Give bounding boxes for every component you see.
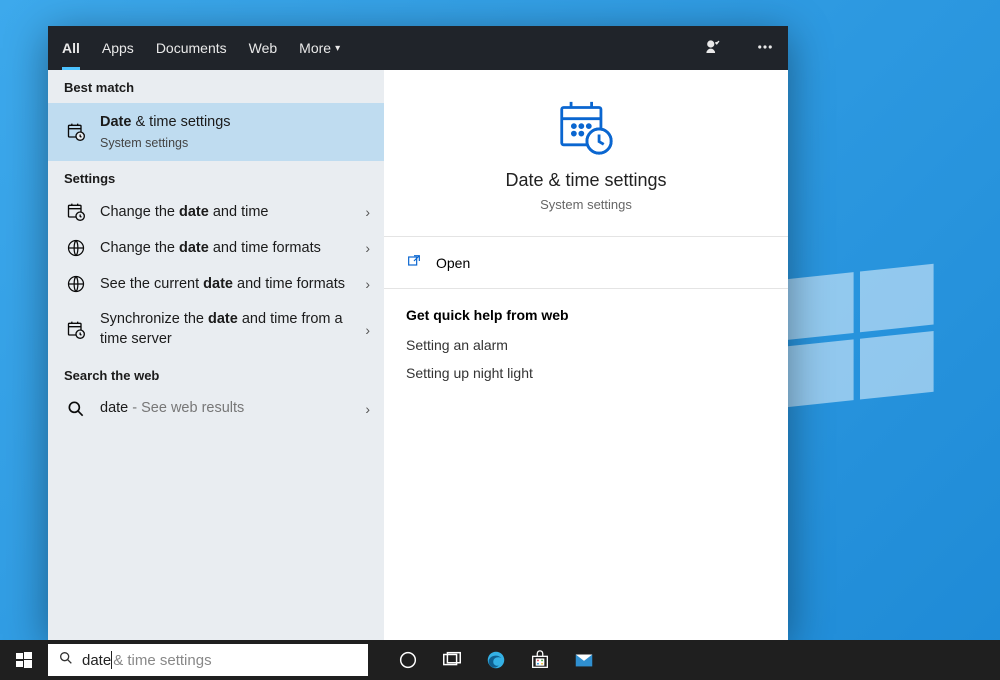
globe-icon: [64, 274, 88, 294]
start-button[interactable]: [0, 640, 48, 680]
taskbar: date & time settings: [0, 640, 1000, 680]
help-link[interactable]: Setting an alarm: [406, 337, 766, 353]
quick-help-header: Get quick help from web: [406, 307, 766, 323]
tab-apps[interactable]: Apps: [102, 26, 134, 70]
search-results-panel: All Apps Documents Web More▾ Best match …: [48, 26, 788, 640]
section-best-match: Best match: [48, 70, 384, 103]
windows-desktop-logo: [780, 258, 940, 423]
tab-all[interactable]: All: [62, 26, 80, 70]
options-icon[interactable]: [756, 38, 774, 59]
search-filter-tabs: All Apps Documents Web More▾: [48, 26, 788, 70]
result-web-search[interactable]: date - See web results ›: [48, 391, 384, 427]
chevron-right-icon: ›: [365, 276, 372, 292]
help-link[interactable]: Setting up night light: [406, 365, 766, 381]
globe-icon: [64, 238, 88, 258]
search-typed-text: date: [82, 652, 111, 669]
tab-documents[interactable]: Documents: [156, 26, 227, 70]
result-settings-item[interactable]: Change the date and time formats ›: [48, 230, 384, 266]
chevron-right-icon: ›: [365, 322, 372, 338]
search-suggestion-text: & time settings: [113, 652, 211, 669]
result-settings-item[interactable]: Change the date and time ›: [48, 194, 384, 230]
section-search-web: Search the web: [48, 358, 384, 391]
chevron-right-icon: ›: [365, 401, 372, 417]
date-time-icon: [64, 320, 88, 340]
open-action[interactable]: Open: [384, 237, 788, 289]
store-taskbar-icon[interactable]: [518, 640, 562, 680]
rewards-icon[interactable]: [704, 38, 722, 59]
tab-web[interactable]: Web: [249, 26, 278, 70]
search-icon: [58, 650, 74, 671]
edge-taskbar-icon[interactable]: [474, 640, 518, 680]
date-time-icon: [64, 202, 88, 222]
cortana-button[interactable]: [386, 640, 430, 680]
tab-more[interactable]: More▾: [299, 26, 340, 70]
result-best-match[interactable]: Date & time settings System settings: [48, 103, 384, 161]
calendar-clock-icon-large: [404, 100, 768, 156]
search-icon: [64, 399, 88, 419]
chevron-right-icon: ›: [365, 204, 372, 220]
calendar-clock-icon: [64, 122, 88, 142]
open-icon: [406, 253, 422, 272]
result-settings-item[interactable]: See the current date and time formats ›: [48, 266, 384, 302]
preview-title: Date & time settings: [404, 170, 768, 191]
taskbar-search-box[interactable]: date & time settings: [48, 644, 368, 676]
result-preview-pane: Date & time settings System settings Ope…: [384, 70, 788, 640]
result-settings-item[interactable]: Synchronize the date and time from a tim…: [48, 302, 384, 357]
preview-subtitle: System settings: [404, 197, 768, 212]
mail-taskbar-icon[interactable]: [562, 640, 606, 680]
section-settings: Settings: [48, 161, 384, 194]
chevron-right-icon: ›: [365, 240, 372, 256]
results-list: Best match Date & time settings System s…: [48, 70, 384, 640]
task-view-button[interactable]: [430, 640, 474, 680]
